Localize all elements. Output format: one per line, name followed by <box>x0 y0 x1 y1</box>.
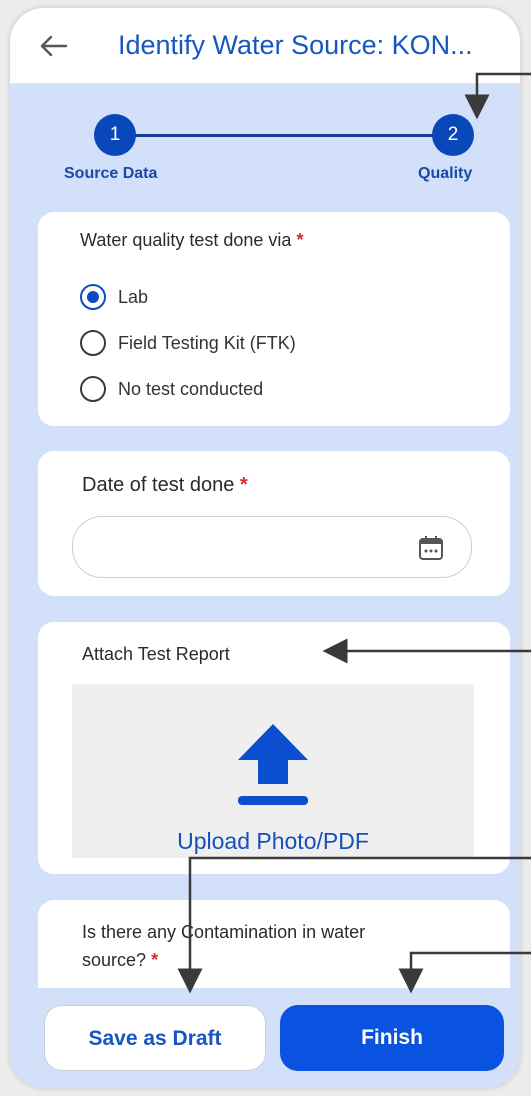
radio-label-no-test: No test conducted <box>118 378 264 399</box>
phone-frame: Identify Water Source: KON... 1 2 Source… <box>10 8 520 1088</box>
contamination-label-line1: Is there any Contamination in water <box>82 922 366 942</box>
radio-option-no-test[interactable]: No test conducted <box>80 374 263 404</box>
test-date-label: Date of test done * <box>82 474 248 497</box>
contamination-label: Is there any Contamination in water sour… <box>82 918 365 974</box>
required-mark: * <box>151 950 159 970</box>
app-bar: Identify Water Source: KON... <box>10 8 520 84</box>
radio-option-ftk[interactable]: Field Testing Kit (FTK) <box>80 328 296 358</box>
required-mark: * <box>296 230 304 250</box>
stepper-line <box>128 134 454 137</box>
step-1-circle[interactable]: 1 <box>94 114 136 156</box>
required-mark: * <box>239 474 248 496</box>
step-1-label: Source Data <box>64 165 158 182</box>
calendar-icon[interactable] <box>417 534 445 562</box>
upload-icon <box>238 724 308 805</box>
attachment-label: Attach Test Report <box>82 644 230 664</box>
page-title: Identify Water Source: KON... <box>118 30 473 60</box>
step-2-circle[interactable]: 2 <box>432 114 474 156</box>
test-method-label-text: Water quality test done via <box>80 230 292 250</box>
radio-unselected-icon[interactable] <box>80 376 106 402</box>
save-draft-button[interactable]: Save as Draft <box>44 1005 266 1071</box>
upload-label: Upload Photo/PDF <box>177 828 369 854</box>
radio-option-lab[interactable]: Lab <box>80 282 148 312</box>
test-method-label: Water quality test done via * <box>80 230 303 251</box>
upload-area[interactable]: Upload Photo/PDF <box>72 684 474 858</box>
arrow-left-icon[interactable] <box>38 34 68 58</box>
radio-label-lab: Lab <box>118 286 149 307</box>
step-2-label: Quality <box>418 165 473 182</box>
test-date-label-text: Date of test done <box>82 474 235 496</box>
date-field[interactable] <box>72 516 472 578</box>
radio-label-ftk: Field Testing Kit (FTK) <box>118 332 296 353</box>
radio-unselected-icon[interactable] <box>80 330 106 356</box>
finish-button[interactable]: Finish <box>280 1005 504 1071</box>
contamination-label-line2: source? <box>82 950 147 970</box>
radio-selected-icon[interactable] <box>80 284 106 310</box>
